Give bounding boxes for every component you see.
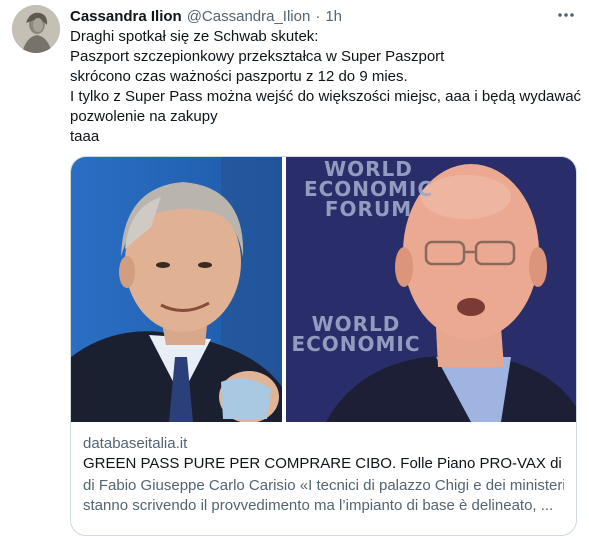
more-horizontal-icon xyxy=(558,13,574,17)
tweet-text-line: I tylko z Super Pass można wejść do więk… xyxy=(70,88,582,105)
card-photo-left xyxy=(71,157,282,422)
more-options-button[interactable] xyxy=(555,6,577,24)
card-photo-right: WORLD ECONOMIC FORUM WORLD ECONOMIC xyxy=(286,157,576,422)
card-domain: databaseitalia.it xyxy=(83,435,188,452)
tweet-text-line: skrócono czas ważności paszportu z 12 do… xyxy=(70,68,408,85)
card-description-line: di Fabio Giuseppe Carlo Carisio «I tecni… xyxy=(83,477,564,494)
tweet[interactable]: Cassandra Ilion @Cassandra_Ilion · 1h Dr… xyxy=(0,0,589,540)
card-title: GREEN PASS PURE PER COMPRARE CIBO. Folle… xyxy=(83,455,564,472)
card-meta: databaseitalia.it GREEN PASS PURE PER CO… xyxy=(83,434,564,516)
tweet-header: Cassandra Ilion @Cassandra_Ilion · 1h xyxy=(70,6,549,26)
tweet-text-line: Draghi spotkał się ze Schwab skutek: xyxy=(70,28,319,45)
wef-logo-top: WORLD ECONOMIC FORUM xyxy=(303,157,434,221)
tweet-text: Draghi spotkał się ze Schwab skutek: Pas… xyxy=(70,27,582,147)
statue-avatar-icon xyxy=(12,5,60,53)
tweet-text-line: taaa xyxy=(70,128,100,145)
tweet-text-line: pozwolenie na zakupy xyxy=(70,108,218,125)
card-media[interactable]: WORLD ECONOMIC FORUM WORLD ECONOMIC xyxy=(71,157,576,422)
wef-logo-bottom: WORLD ECONOMIC xyxy=(291,312,421,356)
header-separator: · xyxy=(315,7,321,25)
tweet-text-line: Paszport szczepionkowy przekształca w Su… xyxy=(70,48,445,65)
card-description: di Fabio Giuseppe Carlo Carisio «I tecni… xyxy=(83,476,564,516)
author-handle[interactable]: @Cassandra_Ilion xyxy=(187,8,311,25)
tweet-timestamp[interactable]: 1h xyxy=(325,8,342,25)
link-preview-card[interactable]: WORLD ECONOMIC FORUM WORLD ECONOMIC data… xyxy=(70,156,577,536)
author-display-name[interactable]: Cassandra Ilion xyxy=(70,8,182,25)
card-description-line: stanno scrivendo il provvedimento ma l’i… xyxy=(83,497,554,514)
author-avatar[interactable] xyxy=(12,5,60,53)
